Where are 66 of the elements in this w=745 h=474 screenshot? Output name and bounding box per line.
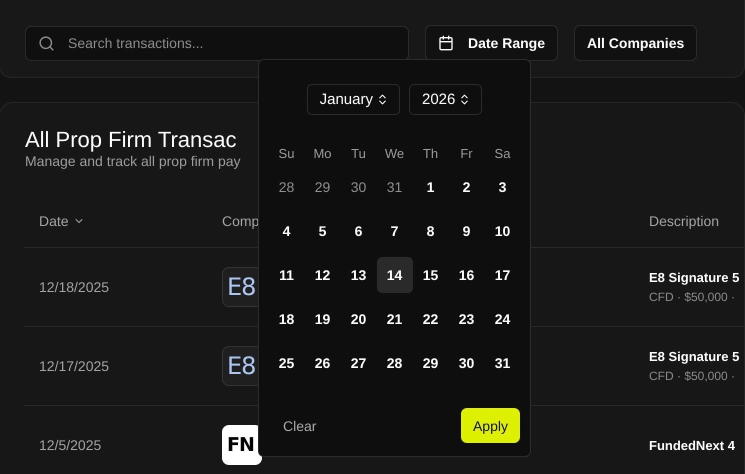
- description-details: CFD · $50,000 ·: [649, 369, 736, 383]
- calendar-day[interactable]: 6: [340, 213, 376, 249]
- calendar-day[interactable]: 3: [484, 169, 520, 205]
- calendar-day[interactable]: 19: [304, 301, 340, 337]
- calendar-day[interactable]: 29: [304, 169, 340, 205]
- year-select[interactable]: 2026: [409, 84, 482, 115]
- calendar-day[interactable]: 28: [268, 169, 304, 205]
- description-title: E8 Signature 5: [649, 270, 740, 285]
- calendar-day[interactable]: 31: [484, 345, 520, 381]
- card-title: All Prop Firm Transac: [25, 127, 238, 153]
- calendar-day[interactable]: 9: [448, 213, 484, 249]
- calendar-day[interactable]: 22: [412, 301, 448, 337]
- search-field[interactable]: Search transactions...: [25, 26, 409, 60]
- description-details: CFD · $50,000 ·: [649, 290, 736, 304]
- weekday-label: Tu: [350, 144, 367, 162]
- calendar-day[interactable]: 26: [304, 345, 340, 381]
- calendar-day[interactable]: 14: [376, 257, 412, 293]
- calendar-day[interactable]: 30: [448, 345, 484, 381]
- calendar-day[interactable]: 29: [412, 345, 448, 381]
- weekday-label: Fr: [459, 144, 474, 162]
- calendar-day[interactable]: 27: [340, 345, 376, 381]
- search-icon: [38, 34, 55, 52]
- weekday-label: Sa: [494, 144, 512, 162]
- calendar-day[interactable]: 30: [340, 169, 376, 205]
- apply-button[interactable]: Apply: [460, 408, 520, 443]
- calendar-day[interactable]: 1: [412, 169, 448, 205]
- search-input[interactable]: Search transactions...: [66, 34, 396, 52]
- calendar-day[interactable]: 8: [412, 213, 448, 249]
- calendar-day[interactable]: 23: [448, 301, 484, 337]
- column-header: Comp: [222, 213, 260, 229]
- calendar-day[interactable]: 17: [484, 257, 520, 293]
- description-title: E8 Signature 5: [649, 349, 740, 364]
- calendar-day[interactable]: 10: [484, 213, 520, 249]
- company-logo: FN: [222, 425, 262, 465]
- date-cell-text: 12/5/2025: [39, 437, 102, 453]
- calendar-day[interactable]: 2: [448, 169, 484, 205]
- calendar-day[interactable]: 5: [304, 213, 340, 249]
- date-cell-text: 12/17/2025: [39, 358, 110, 374]
- date-cell-text: 12/18/2025: [39, 279, 110, 295]
- calendar-day[interactable]: 16: [448, 257, 484, 293]
- calendar-day[interactable]: 11: [268, 257, 304, 293]
- calendar-day[interactable]: 28: [376, 345, 412, 381]
- weekday-label: Mo: [312, 144, 333, 162]
- calendar-day[interactable]: 20: [340, 301, 376, 337]
- clear-button[interactable]: Clear: [271, 412, 328, 440]
- calendar-day[interactable]: 4: [268, 213, 304, 249]
- calendar-day[interactable]: 18: [268, 301, 304, 337]
- calendar-day[interactable]: 31: [376, 169, 412, 205]
- card-subtitle: Manage and track all prop firm pay: [25, 153, 241, 169]
- weekday-label: Su: [278, 144, 296, 162]
- calendar-day[interactable]: 13: [340, 257, 376, 293]
- calendar-icon: [438, 35, 454, 51]
- calendar-day[interactable]: 7: [376, 213, 412, 249]
- description-title: FundedNext 4: [649, 438, 736, 452]
- weekday-label: Th: [422, 144, 440, 162]
- weekday-label: We: [384, 144, 406, 162]
- company-filter-button[interactable]: All Companies: [574, 25, 698, 61]
- column-header[interactable]: Date: [39, 213, 85, 229]
- calendar-day[interactable]: 24: [484, 301, 520, 337]
- date-range-button[interactable]: Date Range: [425, 25, 558, 61]
- calendar-day[interactable]: 12: [304, 257, 340, 293]
- month-select[interactable]: January: [306, 84, 400, 115]
- column-header: Description: [649, 213, 720, 229]
- calendar-day[interactable]: 25: [268, 345, 304, 381]
- calendar-day[interactable]: 15: [412, 257, 448, 293]
- calendar-day[interactable]: 21: [376, 301, 412, 337]
